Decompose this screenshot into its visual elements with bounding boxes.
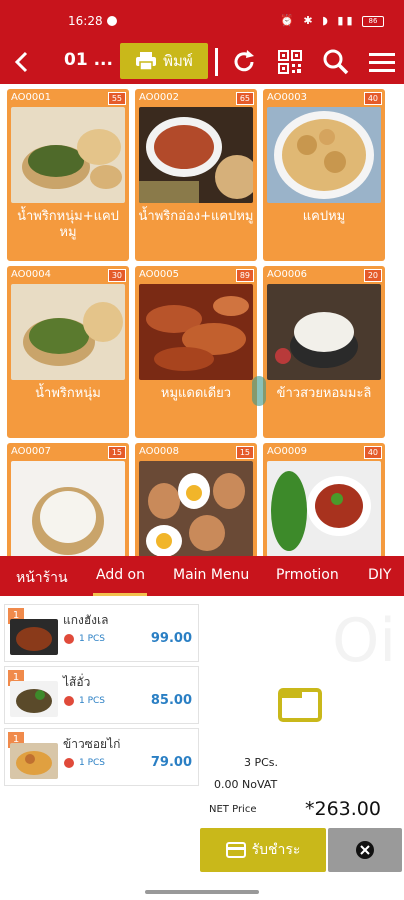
battery-icon: 86 [362,15,384,27]
tab-add-on[interactable]: Add on [96,567,145,583]
food-photo [267,461,381,556]
table-label[interactable]: 01 ... [64,50,113,70]
item-code: AO0001 [11,92,51,103]
item-code: AO0004 [11,269,51,280]
system-navigation-bar [0,886,404,900]
credit-card-icon [225,842,246,858]
quantity-tag-icon [64,634,74,644]
order-item[interactable]: 1 ข้าวซอยไก่ 1 PCS 79.00 [4,728,199,786]
item-name: แคปหมู [302,209,346,224]
stock-badge: 65 [235,92,254,105]
order-item[interactable]: 1 แกงฮังเล 1 PCS 99.00 [4,604,199,662]
order-item-thumbnail [10,619,58,655]
app-toolbar: 01 ... พิมพ์ [0,40,404,84]
stock-badge: 15 [107,446,126,459]
vat-amount: 0.00 NoVAT [214,778,278,791]
menu-card[interactable]: AO0001 55 น้ำพริกหนุ่ม+แคปหมู [7,89,129,261]
menu-card[interactable]: AO0007 15 [7,443,129,556]
order-item-qty: 1 PCS [79,758,106,768]
item-code: AO0007 [11,446,51,457]
item-name: ข้าวสวยหอมมะลิ [276,386,372,401]
menu-card[interactable]: AO0005 89 หมูแดดเดียว [135,266,257,438]
status-icons: ⏰ ✱ ◗ ▮▮ 86 [280,14,384,27]
order-item-thumbnail [10,681,58,717]
menu-card[interactable]: AO0009 40 [263,443,385,556]
order-item-price: 79.00 [150,755,192,770]
order-item-qty: 1 PCS [79,634,106,644]
stock-badge: 55 [107,92,126,105]
tab-main-menu[interactable]: Main Menu [173,567,249,583]
food-photo [139,461,253,556]
item-code: AO0002 [139,92,179,103]
menu-card[interactable]: AO0006 20 ข้าวสวยหอมมะลิ [263,266,385,438]
category-tabs: หน้าร้าน Add on Main Menu Prmotion DIY [0,556,404,596]
item-code: AO0009 [267,446,307,457]
close-icon [356,841,374,859]
menu-card[interactable]: AO0003 40 แคปหมู [263,89,385,261]
net-price-label: NET Price [209,804,257,815]
order-item-name: ไส้อั่ว [63,675,91,689]
order-item-thumbnail [10,743,58,779]
status-bar: 16:28 ⏰ ✱ ◗ ▮▮ 86 [0,0,404,40]
total-pieces: 3 PCs. [244,756,279,769]
pay-button[interactable]: รับชำระ [200,828,326,872]
item-code: AO0003 [267,92,307,103]
scroll-handle[interactable] [252,376,266,406]
food-photo [267,107,381,203]
order-item-price: 85.00 [150,693,192,708]
item-name: น้ำพริกอ่อง+แคปหมู [138,209,254,224]
menu-card[interactable]: AO0008 15 [135,443,257,556]
order-panel: Oi 1 แกงฮังเล 1 PCS 99.00 1 ไส้อั่ว 1 PC… [0,596,404,886]
food-photo [11,284,125,380]
quantity-tag-icon [64,758,74,768]
printer-icon [136,52,157,71]
tab-diy[interactable]: DIY [368,567,391,583]
item-code: AO0006 [267,269,307,280]
toolbar-divider [215,48,218,76]
back-arrow-icon[interactable] [10,48,34,76]
item-code: AO0008 [139,446,179,457]
search-icon[interactable] [322,48,350,76]
item-name: น้ำพริกหนุ่ม [35,386,101,401]
tab-promotion[interactable]: Prmotion [276,567,339,583]
net-price-value: *263.00 [305,798,381,820]
quantity-tag-icon [64,696,74,706]
food-photo [11,461,125,556]
item-name: หมูแดดเดียว [160,386,232,401]
stock-badge: 20 [363,269,382,282]
order-item-price: 99.00 [150,631,192,646]
order-item-name: แกงฮังเล [63,613,109,627]
cancel-button[interactable] [328,828,402,872]
print-button[interactable]: พิมพ์ [120,43,208,79]
menu-card[interactable]: AO0002 65 น้ำพริกอ่อง+แคปหมู [135,89,257,261]
home-gesture-handle[interactable] [145,890,259,894]
stock-badge: 89 [235,269,254,282]
pay-label: รับชำระ [251,842,301,858]
watermark-logo: Oi [332,606,396,676]
order-item-name: ข้าวซอยไก่ [63,737,121,751]
stock-badge: 40 [363,446,382,459]
menu-grid: AO0001 55 น้ำพริกหนุ่ม+แคปหมู AO0002 65 … [0,84,404,556]
stock-badge: 30 [107,269,126,282]
hamburger-menu-icon[interactable] [368,48,396,76]
stock-badge: 15 [235,446,254,459]
qr-code-icon[interactable] [276,48,304,76]
notification-dot-icon [107,16,117,26]
food-photo [139,107,253,203]
tab-storefront[interactable]: หน้าร้าน [16,567,68,589]
stock-badge: 40 [363,92,382,105]
food-photo [11,107,125,203]
clock: 16:28 [68,14,103,28]
food-photo [267,284,381,380]
item-name: น้ำพริกหนุ่ม+แคปหมู [17,209,119,240]
order-item-qty: 1 PCS [79,696,106,706]
item-code: AO0005 [139,269,179,280]
order-item[interactable]: 1 ไส้อั่ว 1 PCS 85.00 [4,666,199,724]
folder-icon[interactable] [278,688,322,722]
food-photo [139,284,253,380]
menu-card[interactable]: AO0004 30 น้ำพริกหนุ่ม [7,266,129,438]
print-label: พิมพ์ [163,52,193,70]
refresh-icon[interactable] [230,48,258,76]
